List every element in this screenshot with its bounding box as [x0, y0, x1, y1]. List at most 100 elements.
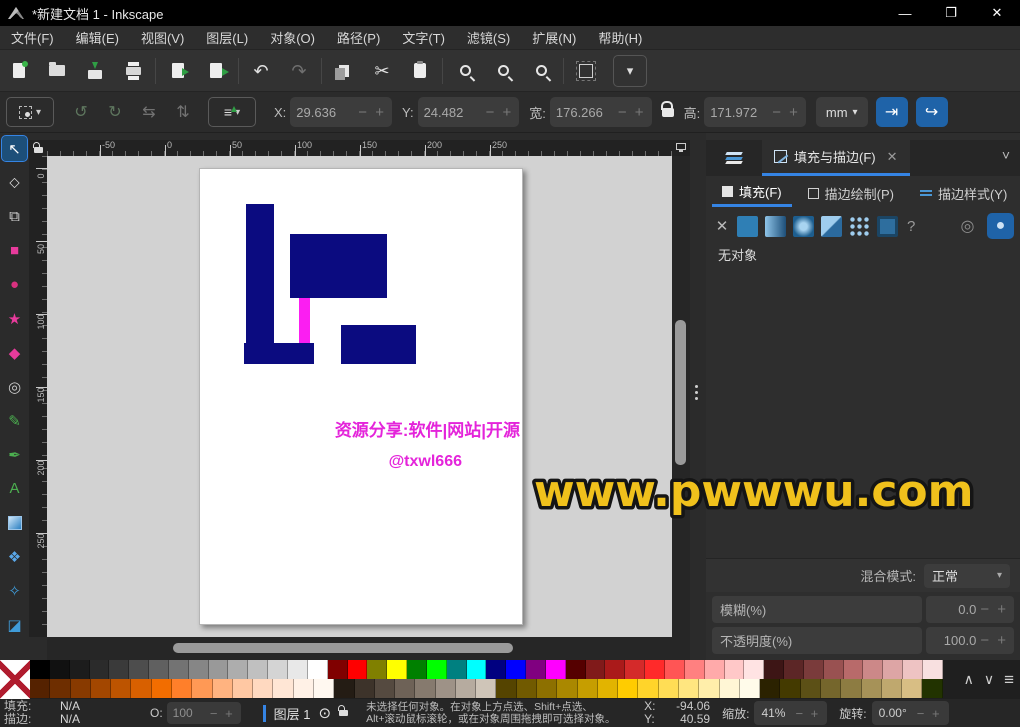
menu-item-3[interactable]: 图层(L) — [195, 25, 259, 50]
palette-swatch[interactable] — [725, 660, 745, 679]
display-mode-corner[interactable] — [672, 140, 690, 156]
palette-swatch[interactable] — [355, 679, 375, 698]
palette-swatch[interactable] — [90, 660, 110, 679]
palette-swatch[interactable] — [71, 679, 91, 698]
blur-field[interactable]: 0.0 − + — [926, 596, 1014, 623]
palette-swatch[interactable] — [70, 660, 90, 679]
palette-swatch[interactable] — [780, 679, 800, 698]
palette-swatch[interactable] — [740, 679, 760, 698]
palette-swatch[interactable] — [586, 660, 606, 679]
menu-item-2[interactable]: 视图(V) — [130, 25, 195, 50]
frame-button[interactable] — [567, 54, 605, 88]
mesh-gradient-button[interactable] — [821, 216, 842, 237]
palette-swatch[interactable] — [679, 679, 699, 698]
scale-stroke-toggle[interactable]: ⇥ — [876, 97, 908, 127]
y-field[interactable]: 24.482 − + — [418, 97, 520, 127]
export-button[interactable] — [197, 54, 235, 88]
layer-lock-icon[interactable] — [339, 710, 348, 716]
box3d-tool[interactable]: ◆ — [2, 340, 27, 365]
palette-swatch[interactable] — [821, 679, 841, 698]
menu-item-9[interactable]: 帮助(H) — [587, 25, 653, 50]
palette-swatch[interactable] — [665, 660, 685, 679]
palette-swatch[interactable] — [407, 660, 427, 679]
palette-swatch[interactable] — [91, 679, 111, 698]
y-spinner[interactable]: − + — [486, 104, 514, 121]
paste-button[interactable] — [401, 54, 439, 88]
palette-swatch[interactable] — [476, 679, 496, 698]
palette-swatch[interactable] — [923, 660, 943, 679]
palette-menu-icon[interactable]: ≡ — [1004, 670, 1014, 690]
zoom-selection-button[interactable] — [484, 54, 522, 88]
selection-mode-dropdown[interactable]: ▾ — [6, 97, 54, 127]
x-spinner[interactable]: − + — [358, 104, 386, 121]
rectangle-tool[interactable]: ■ — [2, 238, 27, 263]
palette-swatch[interactable] — [804, 660, 824, 679]
fill-rule-nonzero-button[interactable]: ● — [987, 213, 1014, 239]
minimize-button[interactable]: — — [882, 0, 928, 26]
pencil-tool[interactable]: ✎ — [2, 408, 27, 433]
dock-collapse-chevron-icon[interactable]: ˅ — [1002, 147, 1010, 163]
palette-swatch[interactable] — [537, 679, 557, 698]
import-button[interactable] — [159, 54, 197, 88]
rotate-cw-button[interactable]: ↻ — [102, 102, 128, 122]
flip-vertical-button[interactable]: ⇅ — [170, 102, 196, 122]
lock-ratio-icon[interactable] — [662, 108, 674, 117]
artwork-vertical-bar[interactable] — [246, 204, 274, 346]
palette-swatch[interactable] — [496, 679, 516, 698]
palette-swatch[interactable] — [557, 679, 577, 698]
swatch-button[interactable] — [877, 216, 898, 237]
object-opacity-field[interactable]: 100 − + — [167, 702, 241, 724]
menu-item-5[interactable]: 路径(P) — [326, 25, 391, 50]
tab-fill[interactable]: 填充(F) — [712, 179, 792, 207]
x-field[interactable]: 29.636 − + — [290, 97, 392, 127]
artwork-text-line2[interactable]: @txwl666 — [200, 453, 462, 471]
raise-lower-dropdown[interactable]: ≡ ▾ — [208, 97, 256, 127]
palette-swatch[interactable] — [375, 679, 395, 698]
palette-swatch[interactable] — [760, 679, 780, 698]
palette-swatch[interactable] — [467, 660, 487, 679]
palette-swatch[interactable] — [367, 660, 387, 679]
width-spinner[interactable]: − + — [618, 104, 646, 121]
radial-gradient-button[interactable] — [793, 216, 814, 237]
close-button[interactable]: ✕ — [974, 0, 1020, 26]
cut-button[interactable]: ✂ — [363, 54, 401, 88]
palette-swatch[interactable] — [645, 660, 665, 679]
palette-swatch[interactable] — [129, 660, 149, 679]
menu-item-7[interactable]: 滤镜(S) — [456, 25, 521, 50]
palette-swatch[interactable] — [824, 660, 844, 679]
palette-no-color-swatch[interactable] — [0, 660, 30, 699]
palette-swatch[interactable] — [903, 660, 923, 679]
palette-swatch[interactable] — [659, 679, 679, 698]
palette-swatch[interactable] — [387, 660, 407, 679]
palette-swatch[interactable] — [30, 660, 50, 679]
palette-swatch[interactable] — [486, 660, 506, 679]
print-button[interactable] — [114, 54, 152, 88]
menu-item-6[interactable]: 文字(T) — [391, 25, 456, 50]
zoom-drawing-button[interactable] — [446, 54, 484, 88]
height-spinner[interactable]: − + — [772, 104, 800, 121]
star-tool[interactable]: ★ — [2, 306, 27, 331]
zoom-field[interactable]: 41% − + — [754, 701, 827, 725]
eraser-tool[interactable]: ◪ — [2, 612, 27, 637]
palette-swatch[interactable] — [844, 660, 864, 679]
palette-swatch[interactable] — [273, 679, 293, 698]
new-document-button[interactable] — [0, 54, 38, 88]
palette-swatch[interactable] — [209, 660, 229, 679]
palette-swatch[interactable] — [189, 660, 209, 679]
blend-mode-dropdown[interactable]: 正常 ▾ — [924, 564, 1010, 588]
palette-swatch[interactable] — [294, 679, 314, 698]
palette-swatch[interactable] — [638, 679, 658, 698]
palette-swatch[interactable] — [744, 660, 764, 679]
menu-item-4[interactable]: 对象(O) — [259, 25, 326, 50]
menu-item-8[interactable]: 扩展(N) — [521, 25, 587, 50]
scale-corners-toggle[interactable]: ↪ — [916, 97, 948, 127]
layer-visibility-eye-icon[interactable]: ⊙ — [319, 704, 332, 722]
text-tool[interactable]: A — [2, 476, 27, 501]
palette-swatch[interactable] — [882, 679, 902, 698]
no-paint-button[interactable]: ✕ — [714, 217, 730, 235]
undo-button[interactable]: ↶ — [242, 54, 280, 88]
linear-gradient-button[interactable] — [765, 216, 786, 237]
palette-swatch[interactable] — [841, 679, 861, 698]
rotation-field[interactable]: 0.00° − + — [872, 701, 949, 725]
palette-swatch[interactable] — [395, 679, 415, 698]
